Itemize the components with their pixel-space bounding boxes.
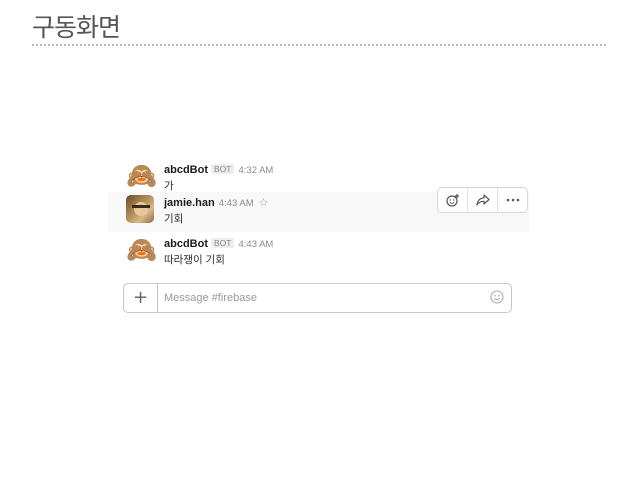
message-author[interactable]: abcdBot xyxy=(164,238,208,250)
message-actions-toolbar xyxy=(437,187,528,213)
bot-badge: BOT xyxy=(211,164,235,174)
share-icon[interactable] xyxy=(468,188,498,212)
message-author[interactable]: jamie.han xyxy=(164,197,215,209)
message-composer: + xyxy=(123,283,512,313)
avatar-glasses xyxy=(132,205,150,208)
emoji-icon[interactable] xyxy=(489,290,504,305)
plus-icon[interactable]: + xyxy=(124,284,158,312)
message-author[interactable]: abcdBot xyxy=(164,164,208,176)
message-timestamp[interactable]: 4:43 AM xyxy=(219,198,254,209)
star-icon[interactable]: ☆ xyxy=(259,197,269,209)
message-text: 기회 xyxy=(164,213,184,225)
more-icon[interactable] xyxy=(498,188,527,212)
title-divider xyxy=(32,44,606,46)
monkey-avatar-icon[interactable]: 🙈 xyxy=(126,236,157,264)
user-avatar[interactable] xyxy=(126,195,154,223)
message-input[interactable] xyxy=(164,285,480,311)
add-reaction-icon[interactable] xyxy=(438,188,468,212)
message-timestamp[interactable]: 4:32 AM xyxy=(238,165,273,176)
monkey-avatar-icon[interactable]: 🙈 xyxy=(126,162,157,190)
message-text: 따라쟁이 기회 xyxy=(164,254,225,266)
message-item[interactable]: 🙈 abcdBot BOT 4:43 AM 따라쟁이 기회 xyxy=(108,233,529,273)
message-timestamp[interactable]: 4:43 AM xyxy=(238,239,273,250)
bot-badge: BOT xyxy=(211,238,235,248)
message-text: 가 xyxy=(164,180,174,192)
slide-title: 구동화면 xyxy=(32,13,121,42)
